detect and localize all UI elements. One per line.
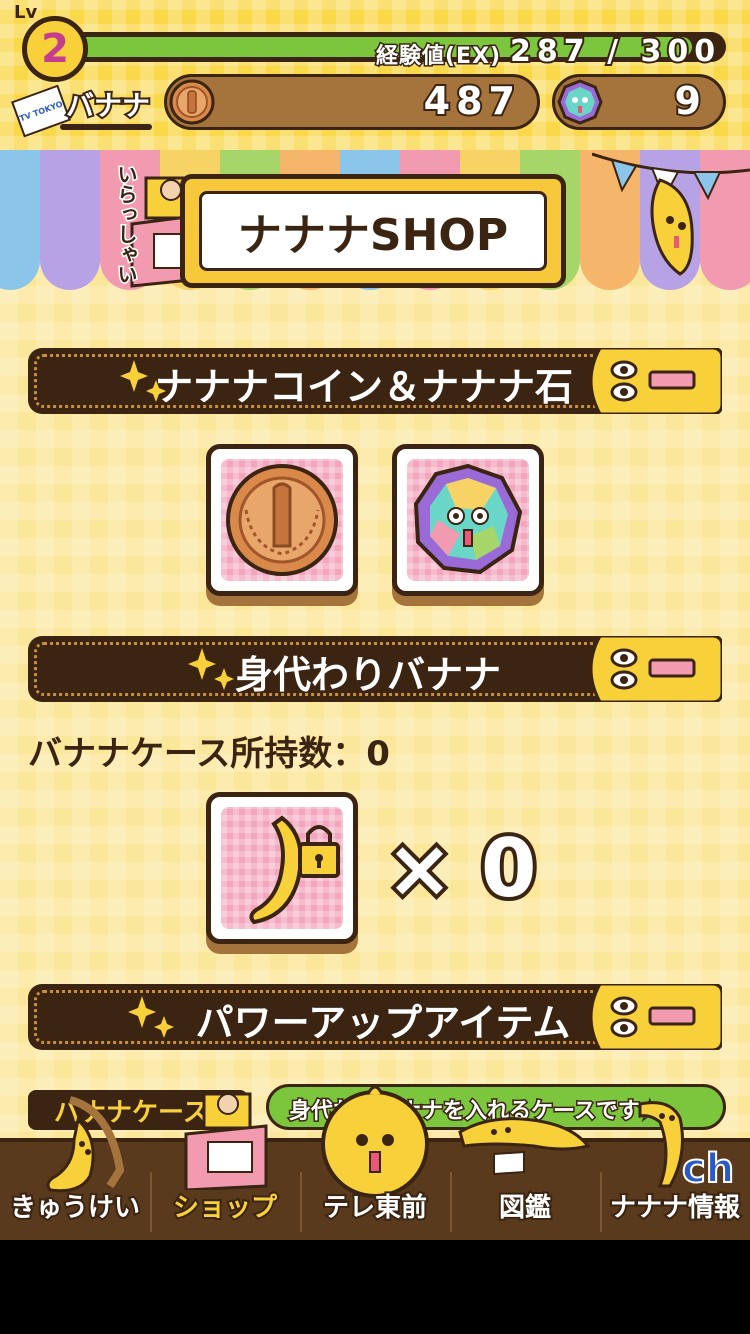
substitute-banana-button[interactable] — [206, 792, 358, 954]
level-badge: 2 — [22, 16, 88, 82]
tab-tv-tokyo[interactable]: テレ東前 — [300, 1085, 450, 1240]
ch-banana-icon: ch — [638, 1101, 735, 1193]
tab-shop[interactable]: ショップ — [150, 1092, 300, 1240]
section-header-substitute: 身代わりバナナ — [28, 636, 722, 702]
banana-face-icon — [589, 636, 722, 702]
tab-label: きゅうけい — [8, 1191, 142, 1225]
locked-banana-icon — [249, 815, 340, 925]
player-name: バナナ — [64, 87, 152, 124]
tab-label: ナナナ情報 — [608, 1191, 742, 1225]
section-title-currency: ナナナコイン＆ナナナ石 — [154, 365, 573, 409]
banana-face-icon — [589, 348, 722, 414]
rainbow-stone-icon — [557, 79, 603, 125]
section-title-powerup: パワーアップアイテム — [195, 1001, 571, 1045]
tab-label: テレ東前 — [321, 1191, 429, 1225]
exp-bar: 経験値(EX) 287 / 300 — [70, 32, 726, 71]
section-header-currency: ナナナコイン＆ナナナ石 — [28, 348, 722, 414]
bottom-tab-bar: きゅうけい ショップ テレ東前 図鑑 ch ナナナ情報 — [0, 1085, 750, 1240]
coin-icon — [169, 79, 215, 125]
tab-label: ショップ — [171, 1191, 279, 1225]
tv-logo-text: TV TOKYO — [18, 99, 64, 123]
stone-counter[interactable]: 9 — [552, 74, 726, 130]
level-prefix: Lv — [14, 2, 38, 23]
resting-banana-icon — [46, 1096, 125, 1193]
shop-bag-icon — [184, 1092, 268, 1190]
banana-case-count: バナナケース所持数：0 — [28, 734, 390, 774]
stone-value: 9 — [673, 77, 707, 125]
shop-title: ナナナSHOP — [199, 191, 547, 271]
tab-label: 図鑑 — [497, 1191, 553, 1225]
substitute-count: × 0 — [382, 818, 541, 919]
coin-value: 487 — [422, 77, 521, 125]
tab-encyclopedia[interactable]: 図鑑 — [450, 1117, 600, 1240]
tab-rest[interactable]: きゅうけい — [0, 1096, 150, 1240]
stone-purchase-button[interactable] — [392, 444, 544, 606]
exp-value: 287 / 300 — [508, 32, 722, 71]
exp-label: 経験値(EX) — [374, 43, 502, 71]
welcome-text: いらっしゃい — [113, 163, 140, 286]
coin-large-icon — [226, 464, 338, 576]
ch-logo-text: ch — [682, 1146, 734, 1192]
rainbow-stone-large-icon — [413, 463, 523, 575]
section-title-substitute: 身代わりバナナ — [234, 653, 501, 697]
banana-face-icon — [589, 984, 722, 1050]
app-screen: Lv 経験値(EX) 287 / 300 2 TV TOKYO バナナ 487 — [0, 0, 750, 1240]
name-underline — [60, 124, 152, 130]
shop-sign: ナナナSHOP — [180, 174, 566, 288]
status-header: Lv 経験値(EX) 287 / 300 2 TV TOKYO バナナ 487 — [0, 0, 750, 150]
lying-banana-icon — [458, 1117, 591, 1176]
banana-mascot-icon — [650, 178, 694, 276]
tab-info[interactable]: ch ナナナ情報 — [600, 1101, 750, 1240]
coin-purchase-button[interactable] — [206, 444, 358, 606]
coin-counter[interactable]: 487 — [164, 74, 540, 130]
section-header-powerup: パワーアップアイテム — [28, 984, 722, 1050]
round-mascot-icon — [321, 1085, 429, 1198]
